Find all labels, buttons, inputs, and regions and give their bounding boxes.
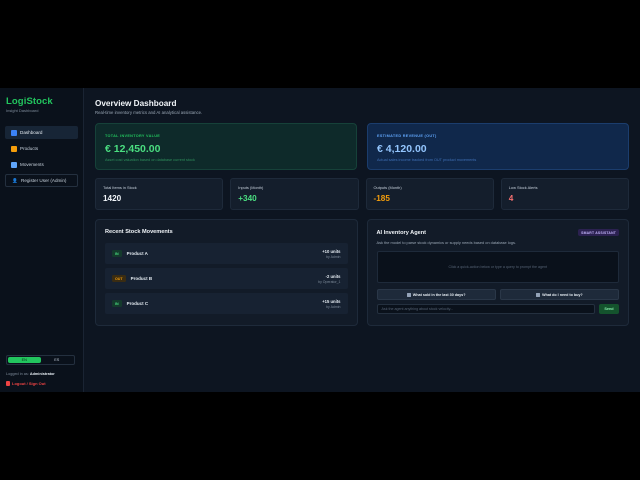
movement-by: by Operator_1	[318, 279, 341, 284]
movement-by: by Admin	[326, 304, 341, 309]
sidebar-item-label: Products	[20, 146, 39, 151]
bottom-row: Recent Stock Movements IN Product A +10 …	[95, 219, 629, 326]
movement-units: +15 units	[322, 298, 341, 304]
stat-outputs-month: Outputs (Month) -185	[365, 178, 494, 210]
quick-actions: What sold in the last 30 days? What do I…	[376, 289, 619, 300]
user-icon: 👤	[12, 177, 18, 183]
card-title: Recent Stock Movements	[105, 229, 173, 235]
stat-label: Outputs (Month)	[373, 185, 402, 190]
agent-output-panel: Click a quick-action below or type a que…	[376, 251, 619, 283]
stat-inputs-month: Inputs (Month) +340	[230, 178, 359, 210]
logged-in-user: Administrator	[29, 372, 55, 376]
quick-action-sold-30-days-button[interactable]: What sold in the last 30 days?	[376, 289, 496, 300]
movement-units: +10 units	[322, 248, 341, 254]
chart-icon	[11, 129, 17, 136]
movement-product: Product A	[126, 251, 148, 256]
stat-label: Inputs (Month)	[238, 185, 264, 190]
logout-link[interactable]: Logout / Sign Out	[6, 381, 46, 386]
language-toggle: EN ES	[6, 355, 75, 365]
stat-row: Total Items in Stock 1420 Inputs (Month)…	[95, 178, 629, 210]
quick-action-label: What do I need to buy?	[542, 292, 583, 297]
kpi-value: € 12,450.00	[105, 143, 161, 155]
stat-label: Total Items in Stock	[103, 185, 137, 190]
logout-label: Logout / Sign Out	[12, 381, 46, 386]
agent-header: AI Inventory Agent SMART ASSISTANT	[376, 229, 619, 236]
main-content: Overview Dashboard Real-time inventory m…	[84, 88, 640, 392]
kpi-row: TOTAL INVENTORY VALUE € 12,450.00 Asset …	[95, 123, 629, 170]
smart-assistant-badge: SMART ASSISTANT	[578, 229, 619, 236]
box-icon	[11, 145, 17, 152]
logout-icon	[6, 381, 10, 386]
page-title: Overview Dashboard	[95, 99, 177, 108]
sidebar-nav: Dashboard Products Movements 👤 Register …	[5, 126, 78, 187]
movement-type-badge: IN	[112, 250, 122, 257]
kpi-label: ESTIMATED REVENUE (OUT)	[377, 134, 437, 138]
quick-action-need-to-buy-button[interactable]: What do I need to buy?	[499, 289, 619, 300]
app-subtitle: Insight Dashboard	[6, 108, 39, 113]
agent-input-row: Ask the agent anything about stock veloc…	[376, 304, 619, 314]
movement-type-badge: IN	[112, 300, 122, 307]
agent-output-placeholder: Click a quick-action below or type a que…	[448, 265, 547, 269]
agent-query-input[interactable]: Ask the agent anything about stock veloc…	[376, 304, 595, 314]
swap-icon	[11, 161, 17, 168]
recent-movements-card: Recent Stock Movements IN Product A +10 …	[95, 219, 358, 326]
page-subtitle: Real-time inventory metrics and AI analy…	[95, 110, 203, 115]
sidebar: LogiStock Insight Dashboard Dashboard Pr…	[0, 88, 84, 392]
send-button[interactable]: Send	[599, 304, 619, 314]
list-item: IN Product C +15 units by Admin	[105, 293, 348, 314]
cart-icon	[536, 292, 541, 297]
sidebar-item-label: Dashboard	[20, 130, 43, 135]
app-logo: LogiStock	[6, 96, 53, 107]
movement-product: Product C	[126, 301, 149, 306]
kpi-label: TOTAL INVENTORY VALUE	[105, 134, 161, 138]
kpi-description: Actual sales income tracked from OUT pro…	[377, 158, 477, 162]
movement-units: -2 units	[325, 273, 341, 279]
logged-in-info: Logged in as: Administrator	[6, 372, 55, 376]
kpi-value: € 4,120.00	[377, 143, 427, 155]
stat-low-stock-alerts: Low Stock Alerts 4	[500, 178, 629, 210]
card-title: AI Inventory Agent	[376, 229, 427, 236]
list-item: IN Product A +10 units by Admin	[105, 243, 348, 264]
list-item: OUT Product B -2 units by Operator_1	[105, 268, 348, 289]
movement-by: by Admin	[326, 254, 341, 259]
stat-value: -185	[373, 194, 390, 203]
logged-in-prefix: Logged in as:	[6, 372, 29, 376]
lang-es-button[interactable]: ES	[41, 357, 74, 363]
sidebar-item-dashboard[interactable]: Dashboard	[5, 126, 78, 139]
kpi-inventory-value: TOTAL INVENTORY VALUE € 12,450.00 Asset …	[95, 123, 357, 170]
sidebar-item-register-user[interactable]: 👤 Register User (Admin)	[5, 174, 78, 187]
agent-query-placeholder: Ask the agent anything about stock veloc…	[381, 307, 454, 311]
stat-value: +340	[238, 194, 257, 203]
kpi-description: Asset cost valuation based on database c…	[105, 158, 195, 162]
ai-agent-card: AI Inventory Agent SMART ASSISTANT Ask t…	[366, 219, 629, 326]
lang-en-button[interactable]: EN	[8, 357, 41, 363]
sidebar-item-label: Movements	[20, 162, 44, 167]
movements-list: IN Product A +10 units by Admin OUT Prod…	[105, 243, 348, 314]
kpi-estimated-revenue: ESTIMATED REVENUE (OUT) € 4,120.00 Actua…	[367, 123, 629, 170]
quick-action-label: What sold in the last 30 days?	[412, 292, 466, 297]
movement-type-badge: OUT	[112, 275, 126, 282]
chart-icon	[406, 292, 411, 297]
stat-label: Low Stock Alerts	[508, 185, 538, 190]
agent-description: Ask the model to parse stock dynamics or…	[376, 240, 517, 245]
sidebar-item-products[interactable]: Products	[5, 142, 78, 155]
stat-value: 4	[508, 194, 514, 203]
stat-value: 1420	[103, 194, 122, 203]
sidebar-item-label: Register User (Admin)	[21, 178, 67, 183]
sidebar-item-movements[interactable]: Movements	[5, 158, 78, 171]
stat-total-items: Total Items in Stock 1420	[95, 178, 224, 210]
movement-product: Product B	[130, 276, 153, 281]
app-window: LogiStock Insight Dashboard Dashboard Pr…	[0, 88, 640, 392]
